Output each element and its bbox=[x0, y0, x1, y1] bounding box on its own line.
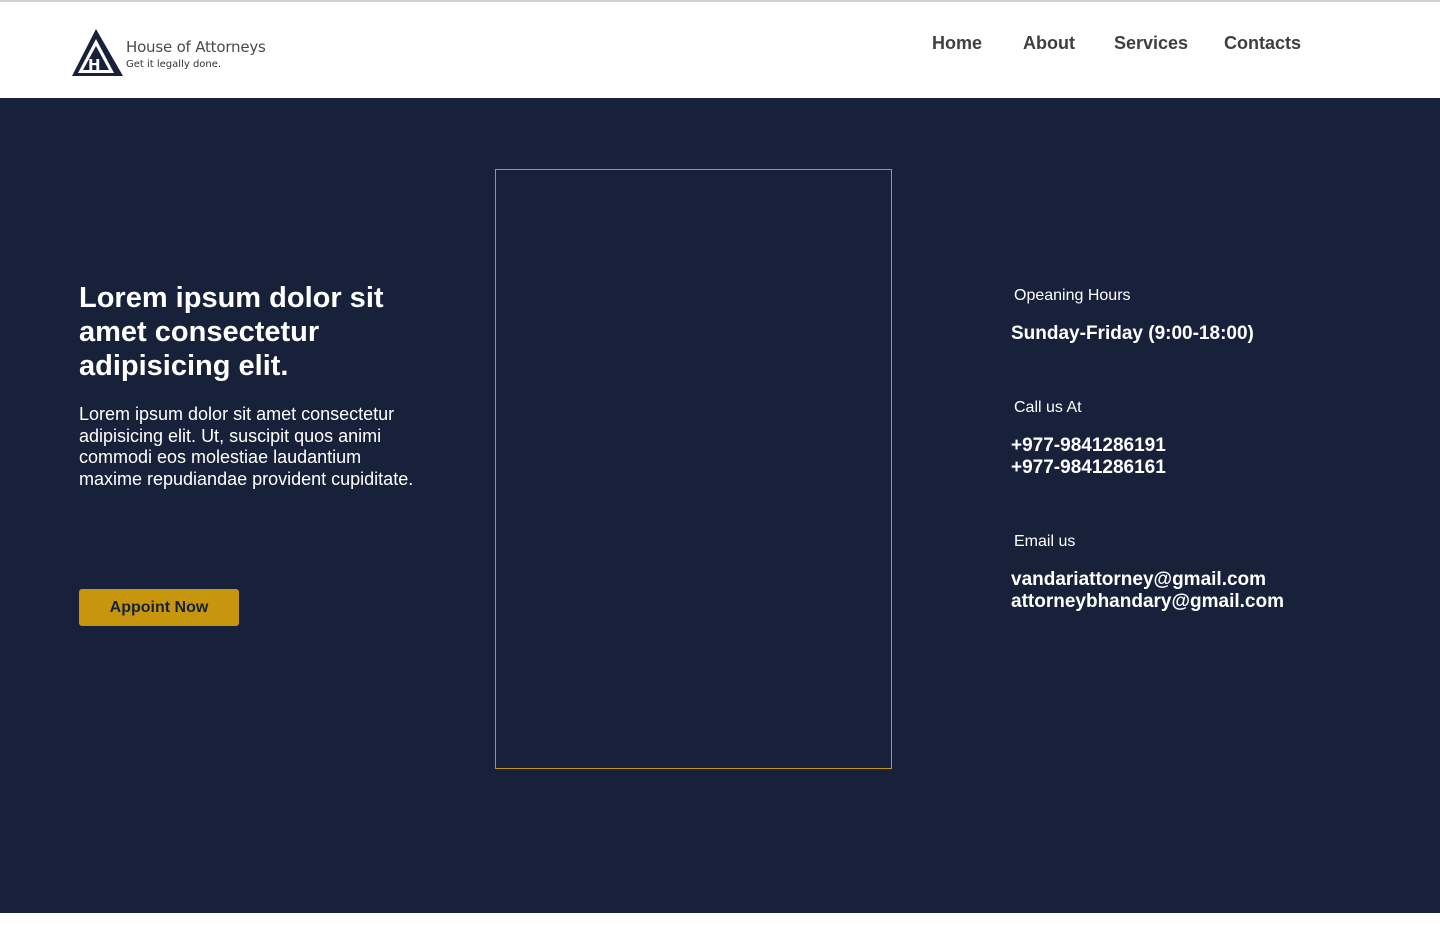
hero-title: Lorem ipsum dolor sit amet consectetur a… bbox=[79, 282, 384, 382]
email-us-label: Email us bbox=[1014, 533, 1076, 550]
brand-name: House of Attorneys bbox=[126, 38, 266, 56]
email-address-1[interactable]: vandariattorney@gmail.com bbox=[1011, 569, 1266, 591]
logo-triangle-icon: H bbox=[72, 29, 123, 76]
opening-hours-value: Sunday-Friday (9:00-18:00) bbox=[1011, 323, 1254, 344]
brand-tagline: Get it legally done. bbox=[126, 59, 222, 70]
hero-section: Lorem ipsum dolor sit amet consectetur a… bbox=[0, 98, 1440, 913]
phone-number-2[interactable]: +977-9841286161 bbox=[1011, 457, 1166, 479]
phone-number-1[interactable]: +977-9841286191 bbox=[1011, 435, 1166, 457]
brand-logo[interactable]: H House of Attorneys Get it legally done… bbox=[72, 29, 272, 79]
appoint-now-button[interactable]: Appoint Now bbox=[79, 589, 239, 626]
opening-hours-label: Opeaning Hours bbox=[1014, 287, 1131, 304]
footer-strip bbox=[0, 913, 1440, 926]
nav-about-link[interactable]: About bbox=[1023, 33, 1075, 54]
hero-description: Lorem ipsum dolor sit amet consectetur a… bbox=[79, 404, 414, 489]
svg-text:H: H bbox=[88, 56, 101, 74]
site-header: H House of Attorneys Get it legally done… bbox=[0, 2, 1440, 98]
nav-services-link[interactable]: Services bbox=[1114, 33, 1188, 54]
nav-contacts-link[interactable]: Contacts bbox=[1224, 33, 1301, 54]
nav-home-link[interactable]: Home bbox=[932, 33, 982, 54]
image-frame bbox=[495, 169, 892, 769]
email-address-2[interactable]: attorneybhandary@gmail.com bbox=[1011, 591, 1284, 613]
call-us-label: Call us At bbox=[1014, 399, 1082, 416]
